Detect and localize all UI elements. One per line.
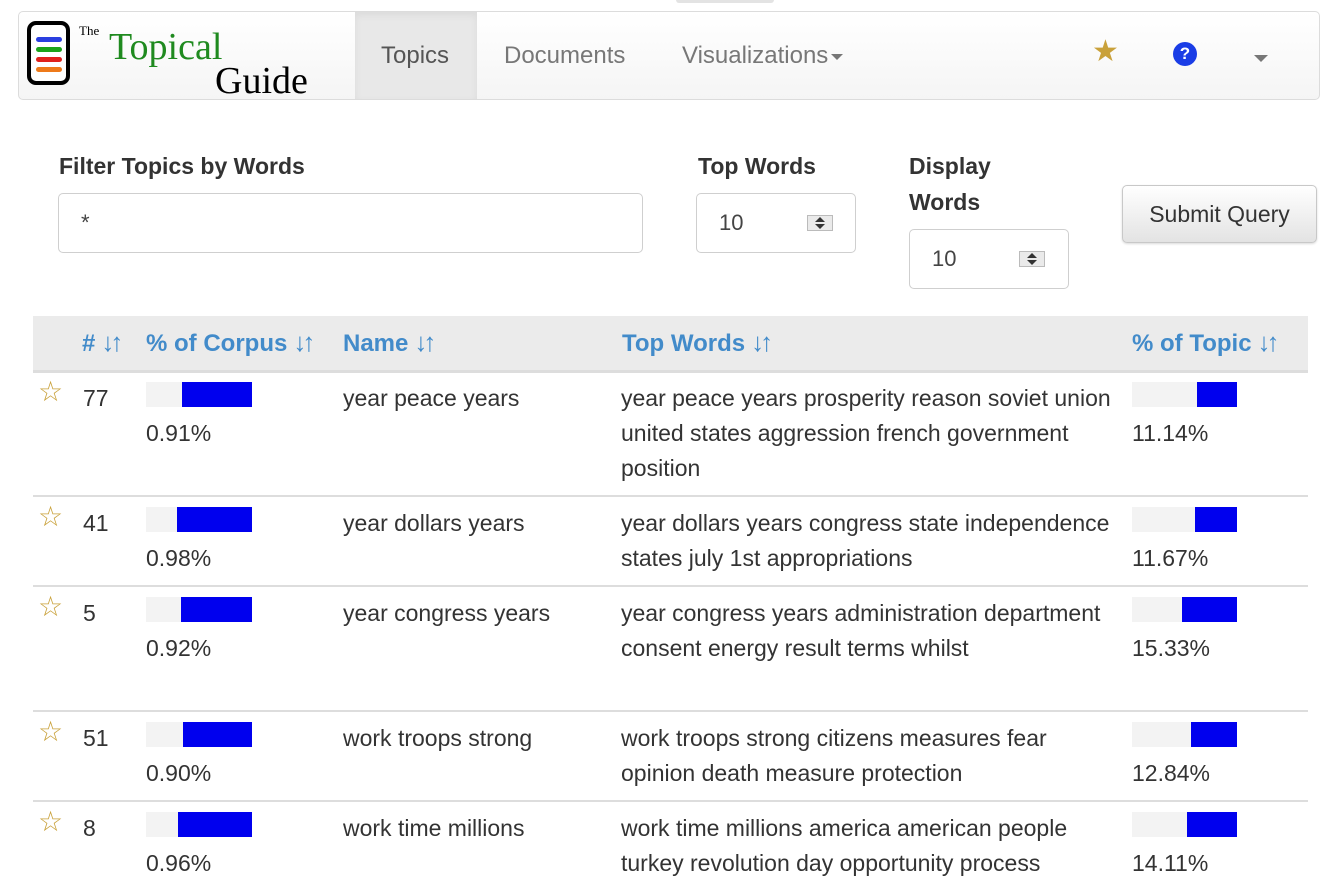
topic-percent: 15.33% bbox=[1132, 635, 1211, 661]
topic-bar bbox=[1132, 722, 1237, 747]
sort-icon[interactable]: ↓↑ bbox=[293, 327, 315, 357]
topic-number: 5 bbox=[83, 600, 96, 626]
topic-name[interactable]: work troops strong bbox=[343, 721, 532, 756]
corpus-percent: 0.90% bbox=[146, 760, 212, 786]
corpus-bar-fill bbox=[182, 382, 252, 407]
favorite-star-icon[interactable]: ☆ bbox=[38, 503, 63, 531]
corpus-bar bbox=[146, 507, 252, 532]
brand-the: The bbox=[79, 23, 100, 38]
corpus-percent: 0.92% bbox=[146, 635, 212, 661]
favorite-star-icon[interactable]: ☆ bbox=[38, 378, 63, 406]
chevron-down-icon bbox=[831, 53, 844, 60]
table-row[interactable]: ☆ 51 0.90% work troops strong work troop… bbox=[33, 712, 1308, 802]
table-row[interactable]: ☆ 8 0.96% work time millions work time m… bbox=[33, 802, 1308, 890]
display-words-input[interactable] bbox=[909, 229, 1069, 289]
submit-query-button[interactable]: Submit Query bbox=[1122, 185, 1317, 243]
brand-logo[interactable]: The Topical Guide bbox=[27, 20, 327, 100]
topic-top-words: work time millions america american peop… bbox=[621, 815, 1068, 876]
col-header-number[interactable]: # ↓↑ bbox=[82, 316, 123, 370]
table-row[interactable]: ☆ 41 0.98% year dollars years year dolla… bbox=[33, 497, 1308, 587]
topic-percent: 12.84% bbox=[1132, 760, 1211, 786]
sort-icon[interactable]: ↓↑ bbox=[751, 327, 773, 357]
favorite-star-icon[interactable]: ☆ bbox=[38, 808, 63, 836]
navbar: The Topical Guide Topics Documents Visua… bbox=[18, 11, 1320, 100]
topic-bar-fill bbox=[1195, 507, 1237, 532]
brand-guide: Guide bbox=[215, 60, 308, 102]
table-row[interactable]: ☆ 77 0.91% year peace years year peace y… bbox=[33, 372, 1308, 497]
corpus-bar bbox=[146, 722, 252, 747]
top-words-spinner-icon[interactable] bbox=[807, 215, 833, 231]
logo-list-icon bbox=[27, 21, 70, 85]
sort-icon[interactable]: ↓↑ bbox=[414, 327, 436, 357]
topic-bar-fill bbox=[1186, 812, 1237, 837]
topic-top-words: year dollars years congress state indepe… bbox=[621, 510, 1110, 571]
corpus-percent: 0.96% bbox=[146, 850, 212, 876]
favorite-star-icon[interactable]: ☆ bbox=[38, 718, 63, 746]
corpus-bar-fill bbox=[177, 812, 252, 837]
topic-bar bbox=[1132, 812, 1237, 837]
corpus-bar-fill bbox=[176, 507, 252, 532]
topic-top-words: year congress years administration depar… bbox=[621, 600, 1101, 661]
topic-number: 51 bbox=[83, 725, 109, 751]
table-row[interactable]: ☆ 5 0.92% year congress years year congr… bbox=[33, 587, 1308, 712]
corpus-percent: 0.91% bbox=[146, 420, 212, 446]
user-menu-chevron-down-icon[interactable] bbox=[1254, 55, 1268, 62]
topic-bar-fill bbox=[1197, 382, 1237, 407]
topic-name[interactable]: year peace years bbox=[343, 381, 519, 416]
topic-number: 77 bbox=[83, 385, 109, 411]
nav-tab-topics[interactable]: Topics bbox=[355, 12, 477, 99]
corpus-bar-fill bbox=[183, 722, 252, 747]
top-tab-handle bbox=[676, 0, 774, 3]
topic-percent: 14.11% bbox=[1132, 850, 1209, 876]
topic-bar-fill bbox=[1190, 722, 1237, 747]
favorite-star-icon[interactable]: ☆ bbox=[38, 593, 63, 621]
topic-bar bbox=[1132, 597, 1237, 622]
sort-icon[interactable]: ↓↑ bbox=[1258, 327, 1280, 357]
filter-label: Filter Topics by Words bbox=[59, 153, 305, 179]
topic-bar bbox=[1132, 382, 1237, 407]
topic-name[interactable]: work time millions bbox=[343, 811, 524, 846]
topic-name[interactable]: year congress years bbox=[343, 596, 550, 631]
brand-topical: Topical bbox=[109, 26, 223, 68]
table-header: # ↓↑ % of Corpus ↓↑ Name ↓↑ Top Words ↓↑ % o… bbox=[33, 316, 1308, 373]
topic-top-words: work troops strong citizens measures fea… bbox=[621, 725, 1047, 786]
nav-tab-visualizations[interactable]: Visualizations bbox=[656, 12, 869, 99]
filter-input[interactable] bbox=[58, 193, 643, 253]
sort-icon[interactable]: ↓↑ bbox=[101, 327, 123, 357]
corpus-bar bbox=[146, 597, 252, 622]
topic-percent: 11.14% bbox=[1132, 420, 1209, 446]
corpus-percent: 0.98% bbox=[146, 545, 212, 571]
display-words-spinner-icon[interactable] bbox=[1019, 251, 1045, 267]
topic-number: 8 bbox=[83, 815, 96, 841]
col-header-topic[interactable]: % of Topic ↓↑ bbox=[1132, 316, 1280, 370]
topic-bar bbox=[1132, 507, 1237, 532]
topic-number: 41 bbox=[83, 510, 109, 536]
corpus-bar-fill bbox=[180, 597, 252, 622]
nav-tab-documents[interactable]: Documents bbox=[478, 12, 651, 99]
top-words-label: Top Words bbox=[698, 153, 816, 179]
col-header-corpus[interactable]: % of Corpus ↓↑ bbox=[146, 316, 315, 370]
favorites-star-icon[interactable]: ★ bbox=[1092, 34, 1119, 69]
help-icon[interactable]: ? bbox=[1173, 42, 1197, 66]
topic-percent: 11.67% bbox=[1132, 545, 1209, 571]
topic-bar-fill bbox=[1182, 597, 1237, 622]
display-words-label: Display Words bbox=[909, 153, 991, 215]
topic-name[interactable]: year dollars years bbox=[343, 506, 525, 541]
col-header-name[interactable]: Name ↓↑ bbox=[343, 316, 436, 370]
col-header-top-words[interactable]: Top Words ↓↑ bbox=[622, 316, 773, 370]
topic-top-words: year peace years prosperity reason sovie… bbox=[621, 385, 1111, 481]
corpus-bar bbox=[146, 812, 252, 837]
corpus-bar bbox=[146, 382, 252, 407]
